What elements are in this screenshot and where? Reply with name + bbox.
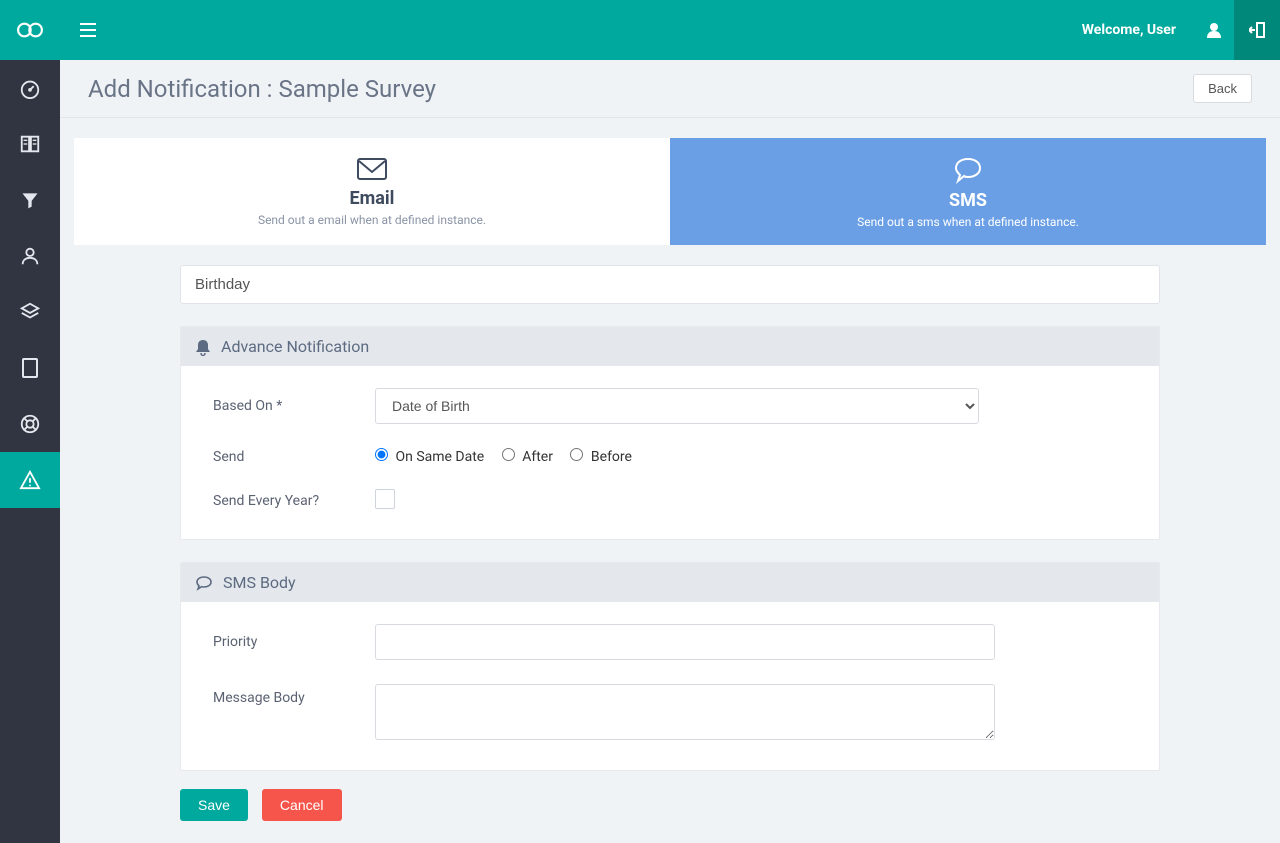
send-radio-group: On Same Date After Before <box>375 448 1127 465</box>
sidebar-item-dashboard[interactable] <box>0 60 60 116</box>
dashboard-icon <box>19 77 41 99</box>
tab-sms-title: SMS <box>680 190 1256 211</box>
book-icon <box>19 133 41 155</box>
page-header: Add Notification : Sample Survey Back <box>60 60 1280 118</box>
message-body-label: Message Body <box>213 684 375 706</box>
logout-icon <box>1249 22 1265 38</box>
sidebar-item-settings[interactable] <box>0 396 60 452</box>
send-label: Send <box>213 449 375 465</box>
sidebar-item-layers[interactable] <box>0 284 60 340</box>
form-area: Advance Notification Based On * Date of … <box>74 245 1266 843</box>
tab-email-title: Email <box>84 188 660 209</box>
tab-sms[interactable]: SMS Send out a sms when at defined insta… <box>670 138 1266 245</box>
panel-advance-notification: Advance Notification Based On * Date of … <box>180 326 1160 540</box>
content-box: Email Send out a email when at defined i… <box>74 138 1266 843</box>
back-button[interactable]: Back <box>1193 74 1252 103</box>
every-year-checkbox[interactable] <box>375 489 395 509</box>
page-title: Add Notification : Sample Survey <box>88 75 436 103</box>
user-icon <box>1207 22 1221 38</box>
radio-after[interactable]: After <box>502 449 557 465</box>
sidebar-item-notifications[interactable] <box>0 452 60 508</box>
tab-sms-subtitle: Send out a sms when at defined instance. <box>680 215 1256 229</box>
radio-after-input[interactable] <box>502 448 515 461</box>
logo-icon <box>16 20 44 40</box>
panel-advance-header: Advance Notification <box>181 327 1159 366</box>
menu-toggle-button[interactable] <box>68 23 108 37</box>
funnel-icon <box>20 190 40 210</box>
warning-icon <box>19 470 41 490</box>
radio-same-date[interactable]: On Same Date <box>375 449 488 465</box>
bell-icon <box>195 338 211 356</box>
panel-sms-title: SMS Body <box>223 573 296 592</box>
tab-email-subtitle: Send out a email when at defined instanc… <box>84 213 660 227</box>
user-menu-button[interactable] <box>1194 0 1234 60</box>
priority-input[interactable] <box>375 624 995 660</box>
sidebar-item-surveys[interactable] <box>0 116 60 172</box>
tablet-icon <box>22 358 38 378</box>
radio-before[interactable]: Before <box>570 449 632 465</box>
tabs: Email Send out a email when at defined i… <box>74 138 1266 245</box>
panel-sms-body: SMS Body Priority Message Body <box>180 562 1160 771</box>
chat-small-icon <box>195 575 213 591</box>
logout-button[interactable] <box>1234 0 1280 60</box>
topbar-right: Welcome, User <box>1064 0 1280 60</box>
save-button[interactable]: Save <box>180 789 248 821</box>
message-body-textarea[interactable] <box>375 684 995 740</box>
chat-icon <box>952 156 984 184</box>
sidebar <box>0 60 60 843</box>
person-icon <box>19 245 41 267</box>
tab-email[interactable]: Email Send out a email when at defined i… <box>74 138 670 245</box>
cancel-button[interactable]: Cancel <box>262 789 342 821</box>
envelope-icon <box>356 156 388 182</box>
every-year-label: Send Every Year? <box>213 493 375 509</box>
sidebar-item-filter[interactable] <box>0 172 60 228</box>
based-on-label: Based On * <box>213 398 375 414</box>
lifebuoy-icon <box>19 413 41 435</box>
notification-title-input[interactable] <box>180 265 1160 304</box>
logo-container <box>0 20 60 40</box>
radio-before-input[interactable] <box>570 448 583 461</box>
form-actions: Save Cancel <box>180 789 1160 821</box>
sidebar-item-device[interactable] <box>0 340 60 396</box>
welcome-text: Welcome, User <box>1064 0 1194 60</box>
layers-icon <box>19 301 41 323</box>
panel-sms-header: SMS Body <box>181 563 1159 602</box>
main-content: Add Notification : Sample Survey Back Em… <box>60 60 1280 843</box>
based-on-select[interactable]: Date of Birth <box>375 388 979 424</box>
radio-same-date-input[interactable] <box>375 448 388 461</box>
sidebar-item-users[interactable] <box>0 228 60 284</box>
topbar: Welcome, User <box>0 0 1280 60</box>
priority-label: Priority <box>213 634 375 650</box>
panel-advance-title: Advance Notification <box>221 337 369 356</box>
